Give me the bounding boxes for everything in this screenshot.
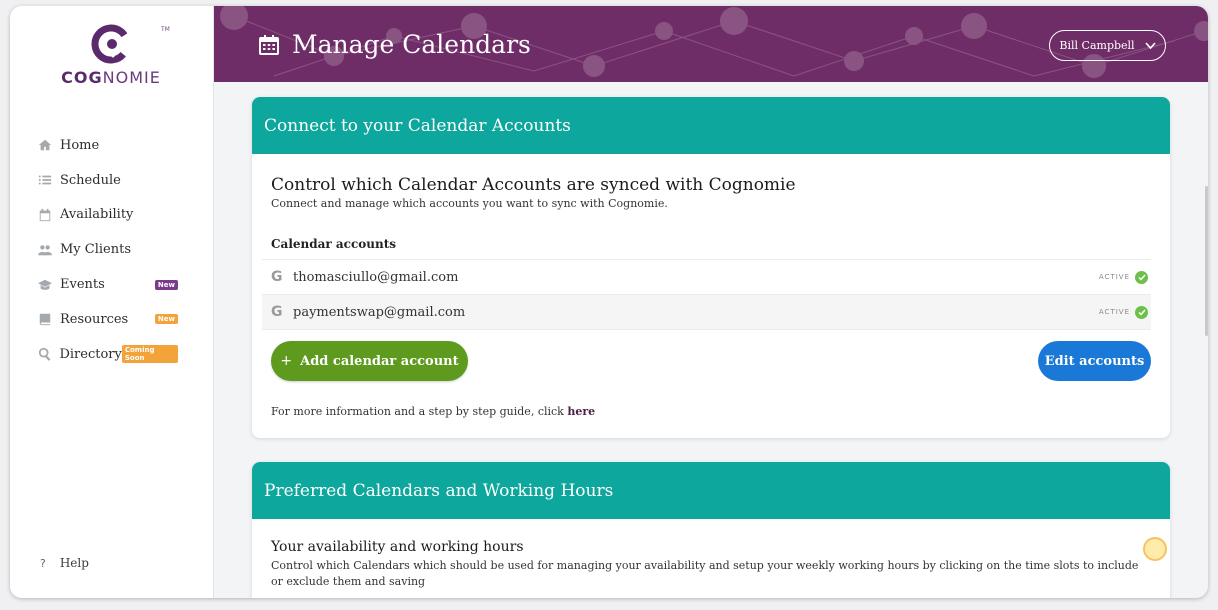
logo-wordmark: COGNOMIE	[61, 68, 161, 87]
section-title: Control which Calendar Accounts are sync…	[271, 175, 796, 195]
google-icon: G	[271, 304, 283, 320]
calendar-icon	[259, 34, 279, 55]
home-icon	[36, 138, 54, 152]
account-email: paymentswap@gmail.com	[293, 304, 466, 320]
account-email: thomasciullo@gmail.com	[293, 269, 459, 285]
calendar-account-row[interactable]: G paymentswap@gmail.com ACTIVE	[262, 294, 1151, 329]
coming-soon-badge: Coming Soon	[121, 345, 178, 364]
sidebar: TM COGNOMIE Home Schedule Availability M…	[10, 6, 214, 598]
sidebar-item-label: Availability	[60, 207, 134, 223]
sidebar-item-events[interactable]: Events New	[36, 267, 206, 302]
sidebar-nav: Home Schedule Availability My Clients Ev…	[36, 128, 206, 372]
user-menu-button[interactable]: Bill Campbell	[1049, 30, 1166, 61]
card-header: Preferred Calendars and Working Hours	[252, 462, 1170, 519]
new-badge: New	[154, 314, 178, 325]
sidebar-item-home[interactable]: Home	[36, 128, 206, 163]
plus-icon: +	[280, 353, 293, 369]
help-label: Help	[59, 556, 89, 570]
page-header: Manage Calendars Bill Campbell	[214, 6, 1208, 82]
graduation-cap-icon	[36, 278, 54, 292]
cognomie-logo[interactable]: TM COGNOMIE	[56, 24, 170, 94]
section-title: Your availability and working hours	[271, 539, 524, 555]
sidebar-item-availability[interactable]: Availability	[36, 198, 206, 233]
new-badge: New	[154, 279, 178, 290]
calendar-accounts-label: Calendar accounts	[271, 237, 397, 251]
add-calendar-account-button[interactable]: + Add calendar account	[271, 341, 468, 381]
section-subtitle: Control which Calendars which should be …	[271, 559, 1139, 588]
sidebar-item-label: Home	[60, 137, 100, 153]
calendar-account-row[interactable]: G thomasciullo@gmail.com ACTIVE	[262, 259, 1151, 294]
sidebar-item-label: Schedule	[60, 172, 121, 188]
here-link[interactable]: here	[567, 405, 595, 418]
connect-calendar-card: Connect to your Calendar Accounts Contro…	[252, 97, 1170, 438]
cognomie-logo-mark: TM	[91, 24, 170, 64]
section-subtitle: Connect and manage which accounts you wa…	[271, 197, 668, 210]
check-icon	[1135, 305, 1148, 319]
sidebar-item-label: Events	[60, 277, 105, 293]
sidebar-item-schedule[interactable]: Schedule	[36, 163, 206, 198]
sidebar-item-label: My Clients	[60, 242, 132, 258]
search-icon	[36, 347, 53, 362]
app-window: TM COGNOMIE Home Schedule Availability M…	[10, 6, 1208, 598]
sidebar-item-resources[interactable]: Resources New	[36, 302, 206, 337]
help-link[interactable]: ? Help	[40, 556, 89, 570]
page-title-text: Manage Calendars	[292, 30, 531, 59]
trademark-mark: TM	[161, 26, 170, 33]
edit-accounts-button[interactable]: Edit accounts	[1038, 341, 1151, 381]
status-badge: ACTIVE	[1099, 270, 1148, 284]
add-calendar-account-label: Add calendar account	[300, 353, 459, 369]
preferred-calendars-card: Preferred Calendars and Working Hours Yo…	[252, 462, 1170, 598]
status-badge: ACTIVE	[1099, 305, 1148, 319]
list-icon	[36, 173, 54, 187]
google-icon: G	[271, 269, 283, 285]
sidebar-item-label: Directory	[59, 346, 122, 362]
calendar-icon	[36, 208, 54, 222]
user-name: Bill Campbell	[1059, 39, 1135, 52]
card-header: Connect to your Calendar Accounts	[252, 97, 1170, 154]
divider	[262, 329, 1151, 330]
help-icon: ?	[40, 556, 46, 570]
more-info-text: For more information and a step by step …	[271, 405, 596, 418]
sidebar-item-directory[interactable]: Directory Coming Soon	[36, 337, 206, 372]
check-icon	[1135, 270, 1148, 284]
chevron-down-icon	[1144, 41, 1156, 49]
page-title: Manage Calendars	[258, 30, 531, 59]
users-icon	[36, 243, 54, 257]
book-icon	[36, 312, 54, 326]
sidebar-item-my-clients[interactable]: My Clients	[36, 232, 206, 267]
sidebar-item-label: Resources	[60, 311, 129, 327]
scrollbar[interactable]	[1205, 186, 1208, 336]
cursor-indicator	[1143, 537, 1167, 561]
